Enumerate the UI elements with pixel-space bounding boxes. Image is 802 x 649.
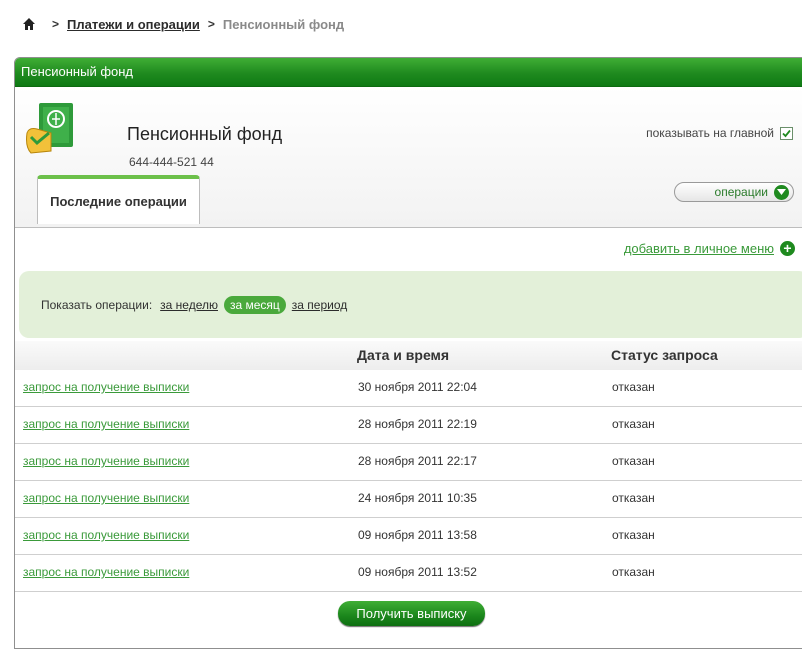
table-row: запрос на получение выписки 30 ноября 20… [15,370,802,407]
filter-week[interactable]: за неделю [160,298,218,312]
filter-period[interactable]: за период [292,298,347,312]
breadcrumb-separator-icon: > [52,17,60,31]
operation-datetime: 24 ноября 2011 10:35 [358,491,477,505]
breadcrumb: > Платежи и операции > Пенсионный фонд [22,14,344,34]
account-title: Пенсионный фонд [127,124,283,144]
operation-link[interactable]: запрос на получение выписки [23,565,189,579]
operation-datetime: 09 ноября 2011 13:52 [358,565,477,579]
pension-fund-icon [21,99,81,159]
operations-button-label: операции [714,185,768,199]
filter-month[interactable]: за месяц [223,295,286,314]
operation-link[interactable]: запрос на получение выписки [23,417,189,431]
get-statement-button[interactable]: Получить выписку [338,601,485,626]
operation-status: отказан [612,528,655,542]
breadcrumb-link-payments[interactable]: Платежи и операции [67,17,200,32]
show-on-main-toggle[interactable]: показывать на главной [646,126,793,140]
show-on-main-label: показывать на главной [646,126,774,140]
breadcrumb-separator-icon: > [207,17,215,31]
operation-link[interactable]: запрос на получение выписки [23,454,189,468]
table-row: запрос на получение выписки 28 ноября 20… [15,407,802,444]
add-to-menu-link[interactable]: добавить в личное меню [624,241,774,256]
filter-label: Показать операции: [41,297,153,312]
breadcrumb-current: Пенсионный фонд [222,16,345,32]
pension-fund-panel: Пенсионный фонд Пенсионный фонд 644-444-… [14,57,802,649]
operation-datetime: 09 ноября 2011 13:58 [358,528,477,542]
operations-table: запрос на получение выписки 30 ноября 20… [15,370,802,592]
operation-link[interactable]: запрос на получение выписки [23,491,189,505]
operation-datetime: 28 ноября 2011 22:17 [358,454,477,468]
column-header-datetime: Дата и время [357,347,450,363]
home-icon[interactable] [22,17,36,31]
operation-status: отказан [612,417,655,431]
plus-icon[interactable]: + [780,241,795,256]
operations-dropdown-button[interactable]: операции [674,182,794,202]
table-header: Дата и время Статус запроса [15,341,802,370]
account-number: 644-444-521 44 [129,155,214,169]
operation-status: отказан [612,565,655,579]
operation-link[interactable]: запрос на получение выписки [23,528,189,542]
tab-recent-operations[interactable]: Последние операции [37,175,200,224]
table-row: запрос на получение выписки 09 ноября 20… [15,555,802,592]
operations-filter: Показать операции: за неделю за месяц за… [19,271,802,338]
table-row: запрос на получение выписки 09 ноября 20… [15,518,802,555]
show-on-main-checkbox[interactable] [780,126,793,140]
operation-datetime: 30 ноября 2011 22:04 [358,380,477,394]
table-row: запрос на получение выписки 28 ноября 20… [15,444,802,481]
operation-status: отказан [612,454,655,468]
table-row: запрос на получение выписки 24 ноября 20… [15,481,802,518]
operation-link[interactable]: запрос на получение выписки [23,380,189,394]
panel-header: Пенсионный фонд [15,58,802,87]
operation-status: отказан [612,491,655,505]
chevron-down-icon [774,184,789,200]
add-to-personal-menu[interactable]: добавить в личное меню + [624,241,795,256]
operation-datetime: 28 ноября 2011 22:19 [358,417,477,431]
column-header-status: Статус запроса [611,347,718,363]
account-summary: Пенсионный фонд 644-444-521 44 показыват… [15,87,802,228]
operation-status: отказан [612,380,655,394]
